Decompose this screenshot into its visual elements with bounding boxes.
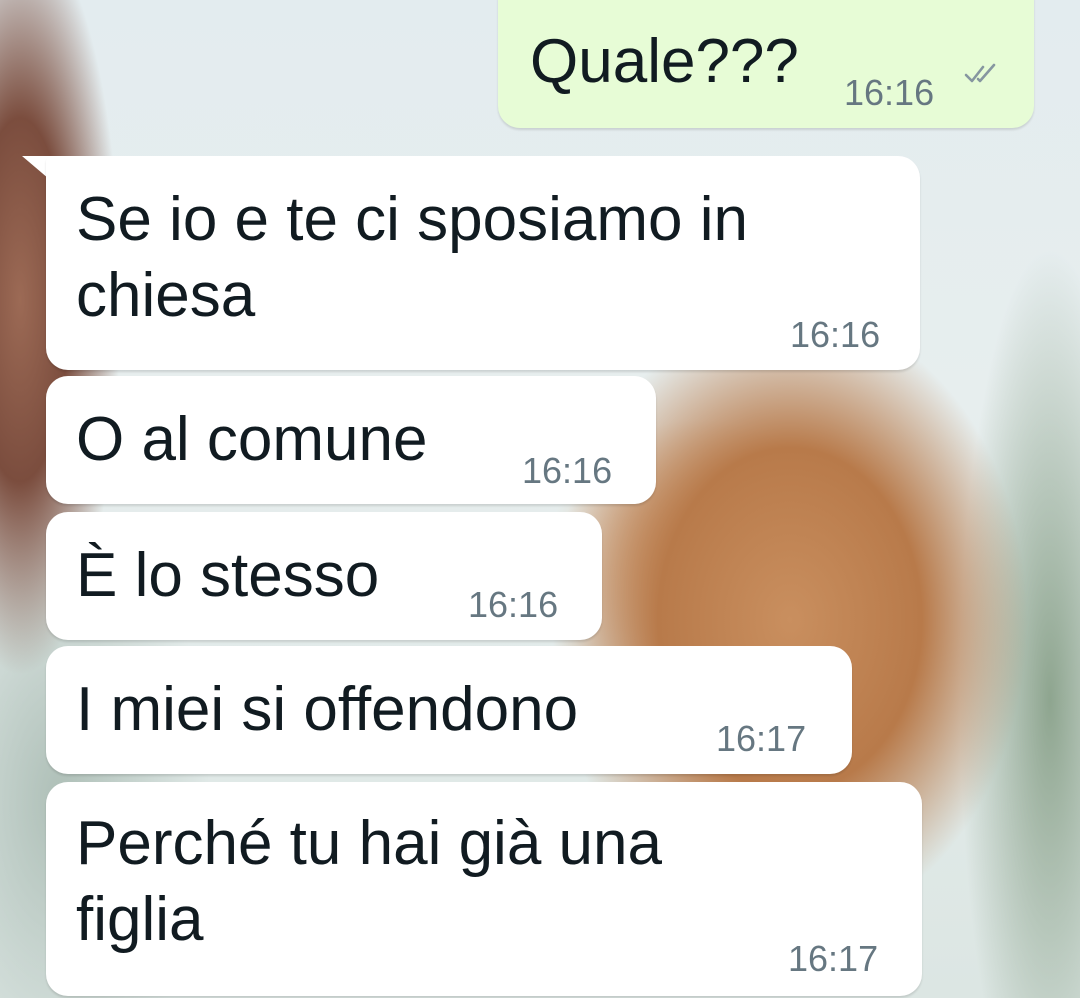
double-check-icon (964, 63, 996, 83)
message-text: Quale??? (530, 27, 799, 96)
message-text-line-1: Perché tu hai già una (76, 809, 662, 878)
message-timestamp: 16:16 (790, 314, 881, 355)
message-bubble-incoming[interactable]: Se io e te ci sposiamo in chiesa 16:16 (46, 156, 920, 370)
message-text: O al comune (76, 405, 428, 474)
message-timestamp: 16:16 (468, 584, 559, 625)
message-text-line-2: figlia (76, 885, 204, 954)
message-bubble-outgoing[interactable]: Quale??? 16:16 (498, 0, 1034, 128)
message-text-line-1: Se io e te ci sposiamo in (76, 185, 749, 254)
message-text: I miei si offendono (76, 675, 579, 744)
message-timestamp: 16:16 (522, 450, 613, 491)
message-text-line-2: chiesa (76, 261, 256, 330)
message-text: È lo stesso (76, 541, 380, 610)
message-bubble-incoming[interactable]: I miei si offendono 16:17 (46, 646, 852, 774)
message-timestamp: 16:17 (716, 718, 807, 759)
message-bubble-incoming[interactable]: È lo stesso 16:16 (46, 512, 602, 640)
message-bubble-incoming[interactable]: O al comune 16:16 (46, 376, 656, 504)
message-timestamp: 16:17 (788, 938, 879, 979)
message-timestamp: 16:16 (844, 72, 935, 113)
message-bubble-incoming[interactable]: Perché tu hai già una figlia 16:17 (46, 782, 922, 996)
